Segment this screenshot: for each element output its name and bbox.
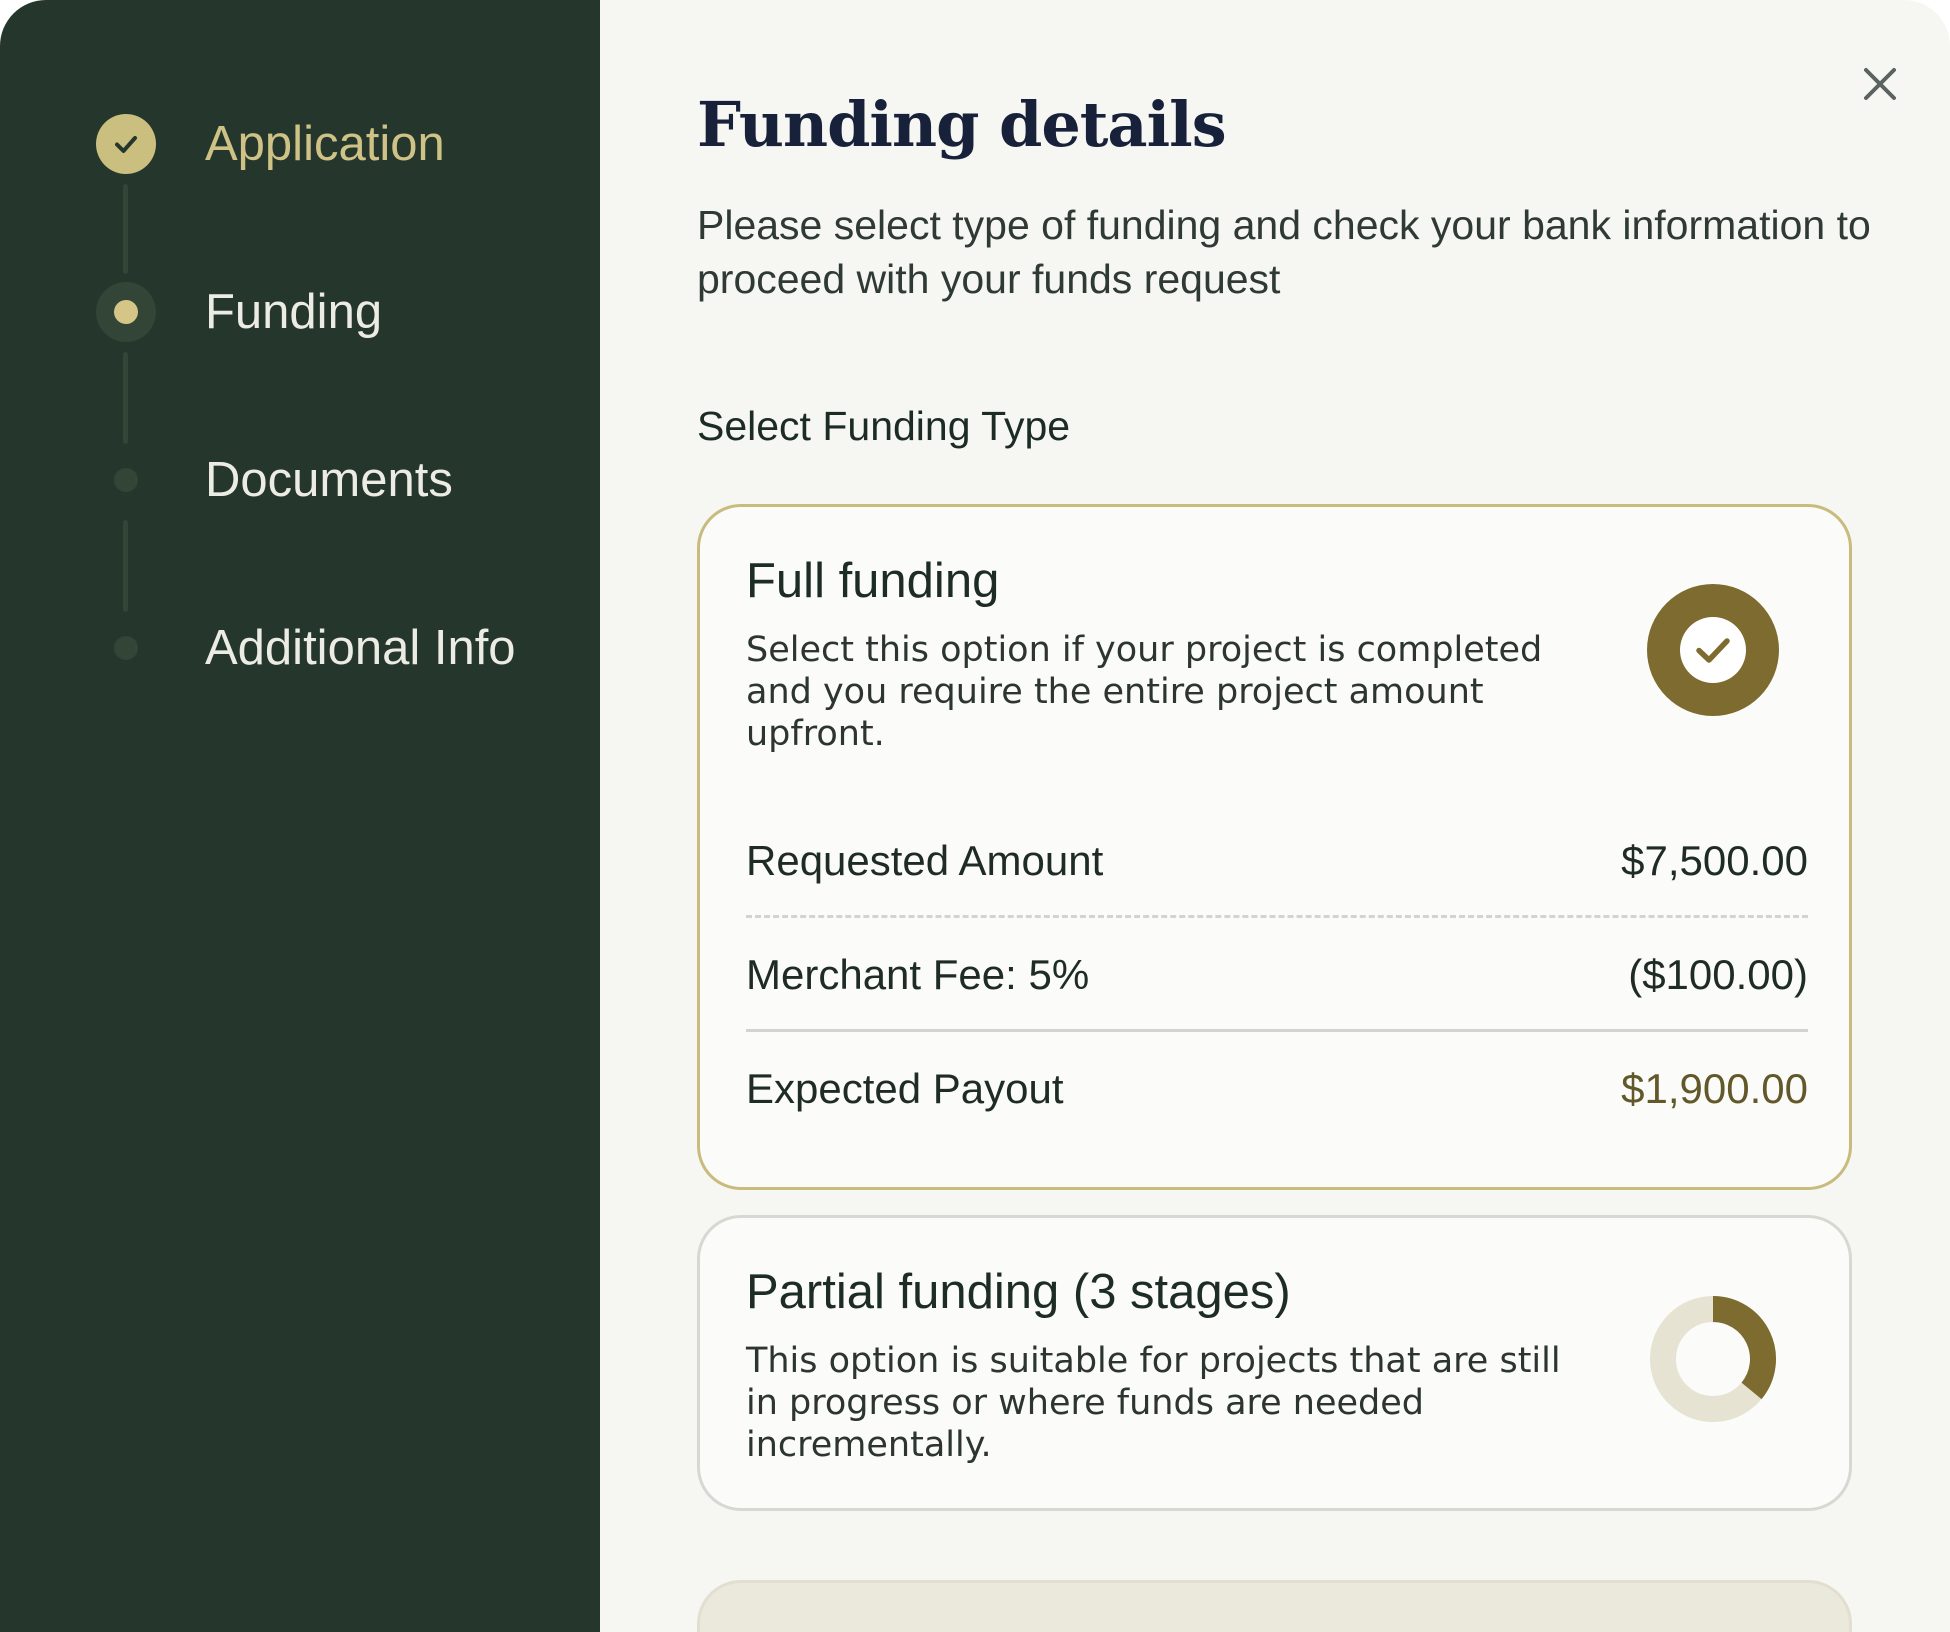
funding-modal: Application Funding Documents Additional… <box>0 0 1950 1632</box>
step-funding[interactable]: Funding <box>0 272 600 352</box>
option-description: This option is suitable for projects tha… <box>746 1341 1561 1465</box>
step-current-dot-icon <box>96 282 156 342</box>
option-title: Full funding <box>746 554 1000 608</box>
step-pending-dot-icon <box>96 618 156 678</box>
step-complete-check-icon <box>96 114 156 174</box>
step-label: Application <box>205 117 445 171</box>
partial-funding-option[interactable]: Partial funding (3 stages) This option i… <box>697 1215 1852 1511</box>
merchant-fee-value: ($100.00) <box>1628 951 1808 998</box>
step-pending-dot-icon <box>96 450 156 510</box>
section-label: Select Funding Type <box>697 403 1071 449</box>
stepper-sidebar: Application Funding Documents Additional… <box>0 0 600 1632</box>
full-funding-option[interactable]: Full funding Select this option if your … <box>697 504 1852 1190</box>
step-label: Documents <box>205 453 453 507</box>
solid-divider <box>746 1029 1808 1032</box>
requested-amount-value: $7,500.00 <box>1621 837 1808 884</box>
page-title: Funding details <box>697 88 1227 161</box>
step-documents[interactable]: Documents <box>0 440 600 520</box>
option-description: Select this option if your project is co… <box>746 630 1543 754</box>
dashed-divider <box>746 915 1808 918</box>
step-additional-info[interactable]: Additional Info <box>0 608 600 688</box>
close-button[interactable] <box>1858 62 1902 106</box>
step-label: Funding <box>205 285 383 339</box>
step-connector <box>123 184 128 274</box>
merchant-fee-row: Merchant Fee: 5% ($100.00) <box>746 945 1808 1005</box>
requested-amount-label: Requested Amount <box>746 837 1104 884</box>
step-connector <box>123 520 128 612</box>
expected-payout-row: Expected Payout $1,900.00 <box>746 1059 1808 1119</box>
expected-payout-value: $1,900.00 <box>1621 1065 1808 1112</box>
option-title: Partial funding (3 stages) <box>746 1265 1291 1319</box>
check-circle-icon <box>1647 584 1779 716</box>
requested-amount-row: Requested Amount $7,500.00 <box>746 831 1808 891</box>
progress-ring-icon <box>1650 1296 1776 1422</box>
next-funding-option[interactable] <box>697 1580 1852 1632</box>
merchant-fee-label: Merchant Fee: 5% <box>746 951 1090 998</box>
step-application[interactable]: Application <box>0 104 600 184</box>
step-label: Additional Info <box>205 621 516 675</box>
step-connector <box>123 352 128 444</box>
expected-payout-label: Expected Payout <box>746 1065 1064 1112</box>
page-subtitle: Please select type of funding and check … <box>697 202 1871 302</box>
close-icon <box>1864 68 1896 100</box>
